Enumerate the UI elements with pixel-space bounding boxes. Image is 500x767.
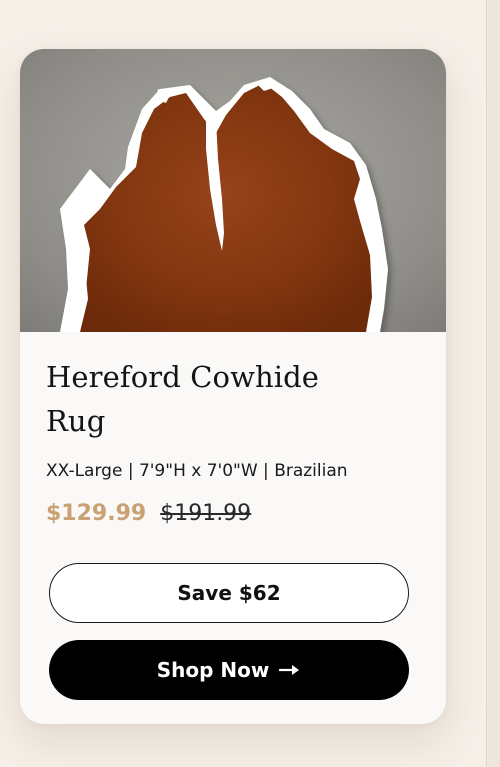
save-button[interactable]: Save $62	[49, 563, 409, 623]
product-image[interactable]	[20, 49, 446, 332]
shop-now-button[interactable]: Shop Now	[49, 640, 409, 700]
sale-price: $129.99	[46, 501, 147, 526]
original-price: $191.99	[160, 501, 252, 526]
adjacent-panel-edge	[486, 0, 500, 767]
product-card[interactable]: Hereford Cowhide Rug XX-Large | 7'9"H x …	[20, 49, 446, 724]
product-title[interactable]: Hereford Cowhide Rug	[46, 355, 366, 443]
shop-now-label: Shop Now	[156, 658, 270, 682]
arrow-right-icon	[279, 663, 301, 677]
save-button-label: Save $62	[177, 581, 281, 605]
price-row: $129.99 $191.99	[46, 501, 251, 526]
product-details: XX-Large | 7'9"H x 7'0"W | Brazilian	[46, 461, 348, 481]
